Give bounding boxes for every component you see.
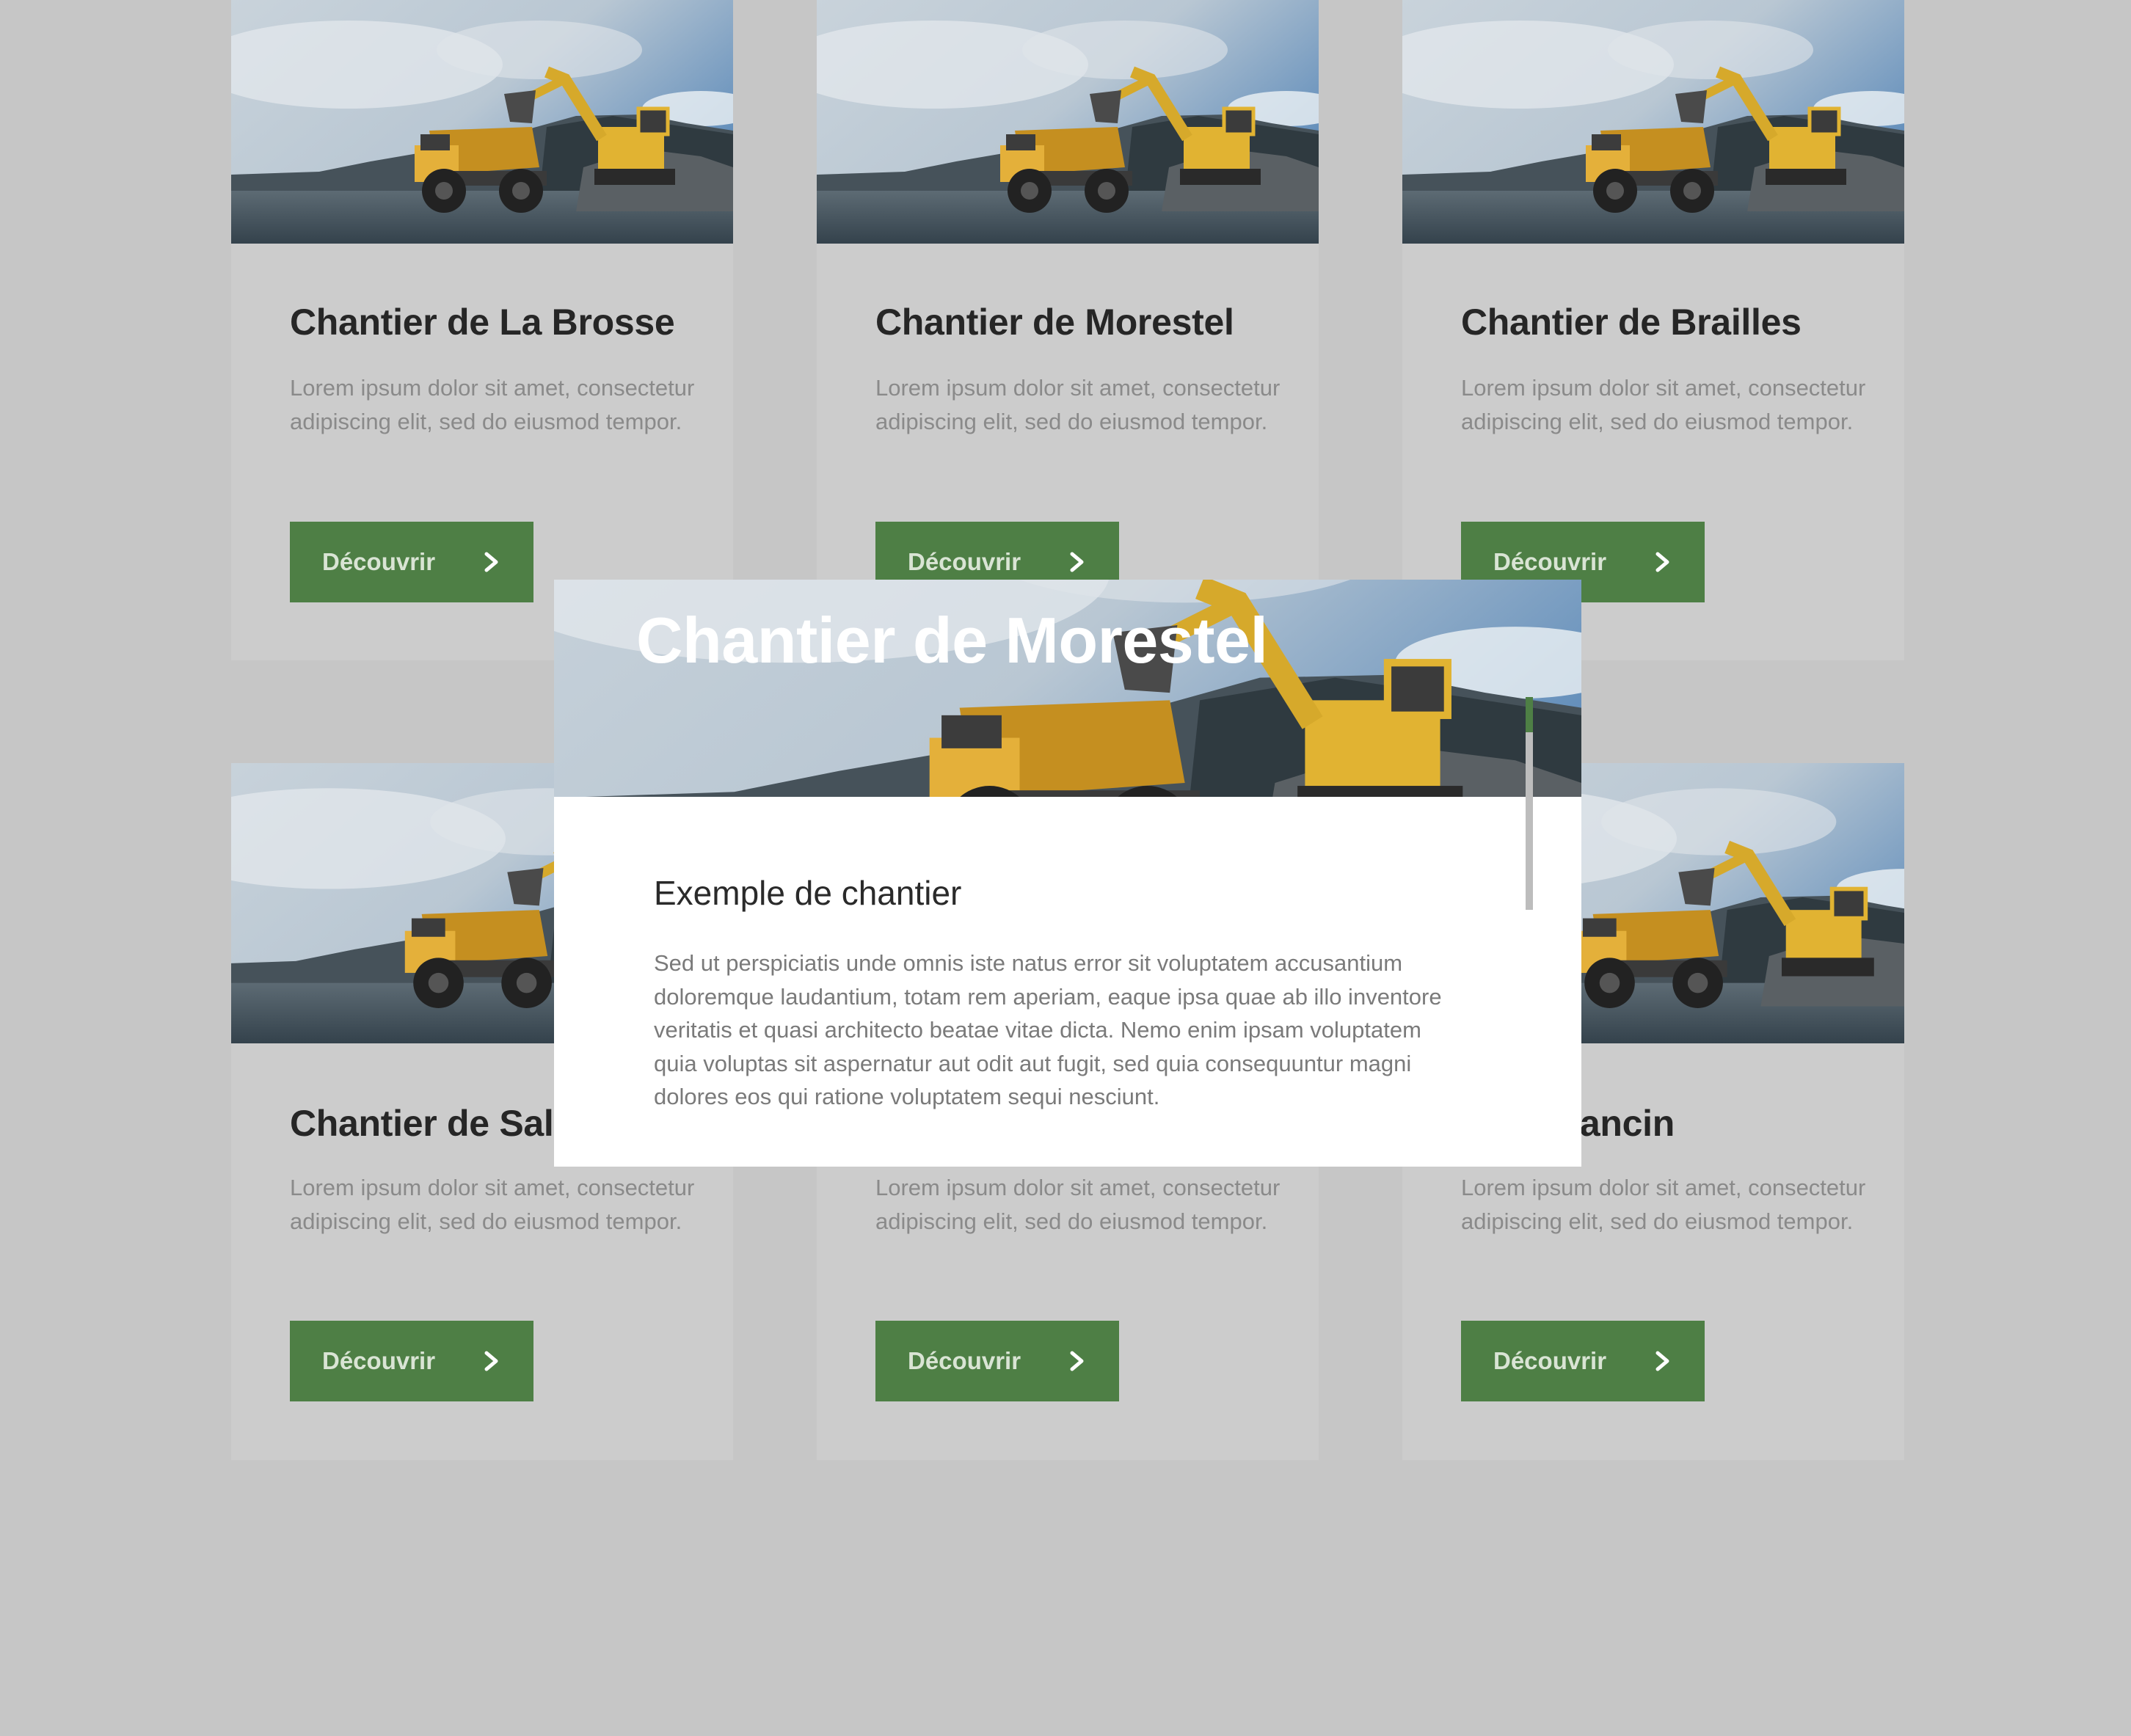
modal-title: Chantier de Morestel (636, 604, 1268, 676)
button-label: Découvrir (908, 1347, 1021, 1374)
card-title: Chantier de La Brosse (290, 302, 675, 343)
project-card-3: Chantier de Brailles Lorem ipsum dolor s… (1402, 0, 1904, 660)
discover-button[interactable]: Découvrir (875, 1321, 1119, 1401)
card-description: Lorem ipsum dolor sit amet, consectetur … (1461, 1175, 1866, 1234)
button-label: Découvrir (1493, 1347, 1607, 1374)
card-title: Chantier de Brailles (1461, 302, 1802, 343)
modal-scrollbar[interactable] (1526, 697, 1533, 910)
card-photo (231, 0, 733, 244)
modal-body-text: Sed ut perspiciatis unde omnis iste natu… (654, 950, 1442, 1109)
card-description: Lorem ipsum dolor sit amet, consectetur … (1461, 375, 1866, 434)
chevron-right-icon (1068, 550, 1087, 574)
discover-button[interactable]: Découvrir (290, 522, 533, 602)
chevron-right-icon (1653, 1349, 1672, 1373)
card-photo (1402, 0, 1904, 244)
chevron-right-icon (1068, 1349, 1087, 1373)
project-card-2: Chantier de Morestel Lorem ipsum dolor s… (817, 0, 1319, 660)
button-label: Découvrir (908, 548, 1021, 575)
card-title: Chantier de Sala (290, 1103, 574, 1144)
discover-button[interactable]: Découvrir (1461, 1321, 1705, 1401)
button-label: Découvrir (322, 1347, 436, 1374)
button-label: Découvrir (1493, 548, 1607, 575)
project-card-1: Chantier de La Brosse Lorem ipsum dolor … (231, 0, 733, 660)
card-description: Lorem ipsum dolor sit amet, consectetur … (290, 375, 695, 434)
discover-button[interactable]: Découvrir (290, 1321, 533, 1401)
chevron-right-icon (482, 1349, 501, 1373)
card-description: Lorem ipsum dolor sit amet, consectetur … (875, 1175, 1281, 1234)
button-label: Découvrir (322, 548, 436, 575)
chevron-right-icon (482, 550, 501, 574)
project-modal: Chantier de Morestel Exemple de chantier… (554, 580, 1581, 1167)
card-title: Chantier de Morestel (875, 302, 1234, 343)
card-description: Lorem ipsum dolor sit amet, consectetur … (290, 1175, 695, 1234)
card-photo (817, 0, 1319, 244)
modal-subtitle: Exemple de chantier (654, 874, 962, 912)
chevron-right-icon (1653, 550, 1672, 574)
card-description: Lorem ipsum dolor sit amet, consectetur … (875, 375, 1281, 434)
scrollbar-thumb[interactable] (1526, 697, 1533, 732)
